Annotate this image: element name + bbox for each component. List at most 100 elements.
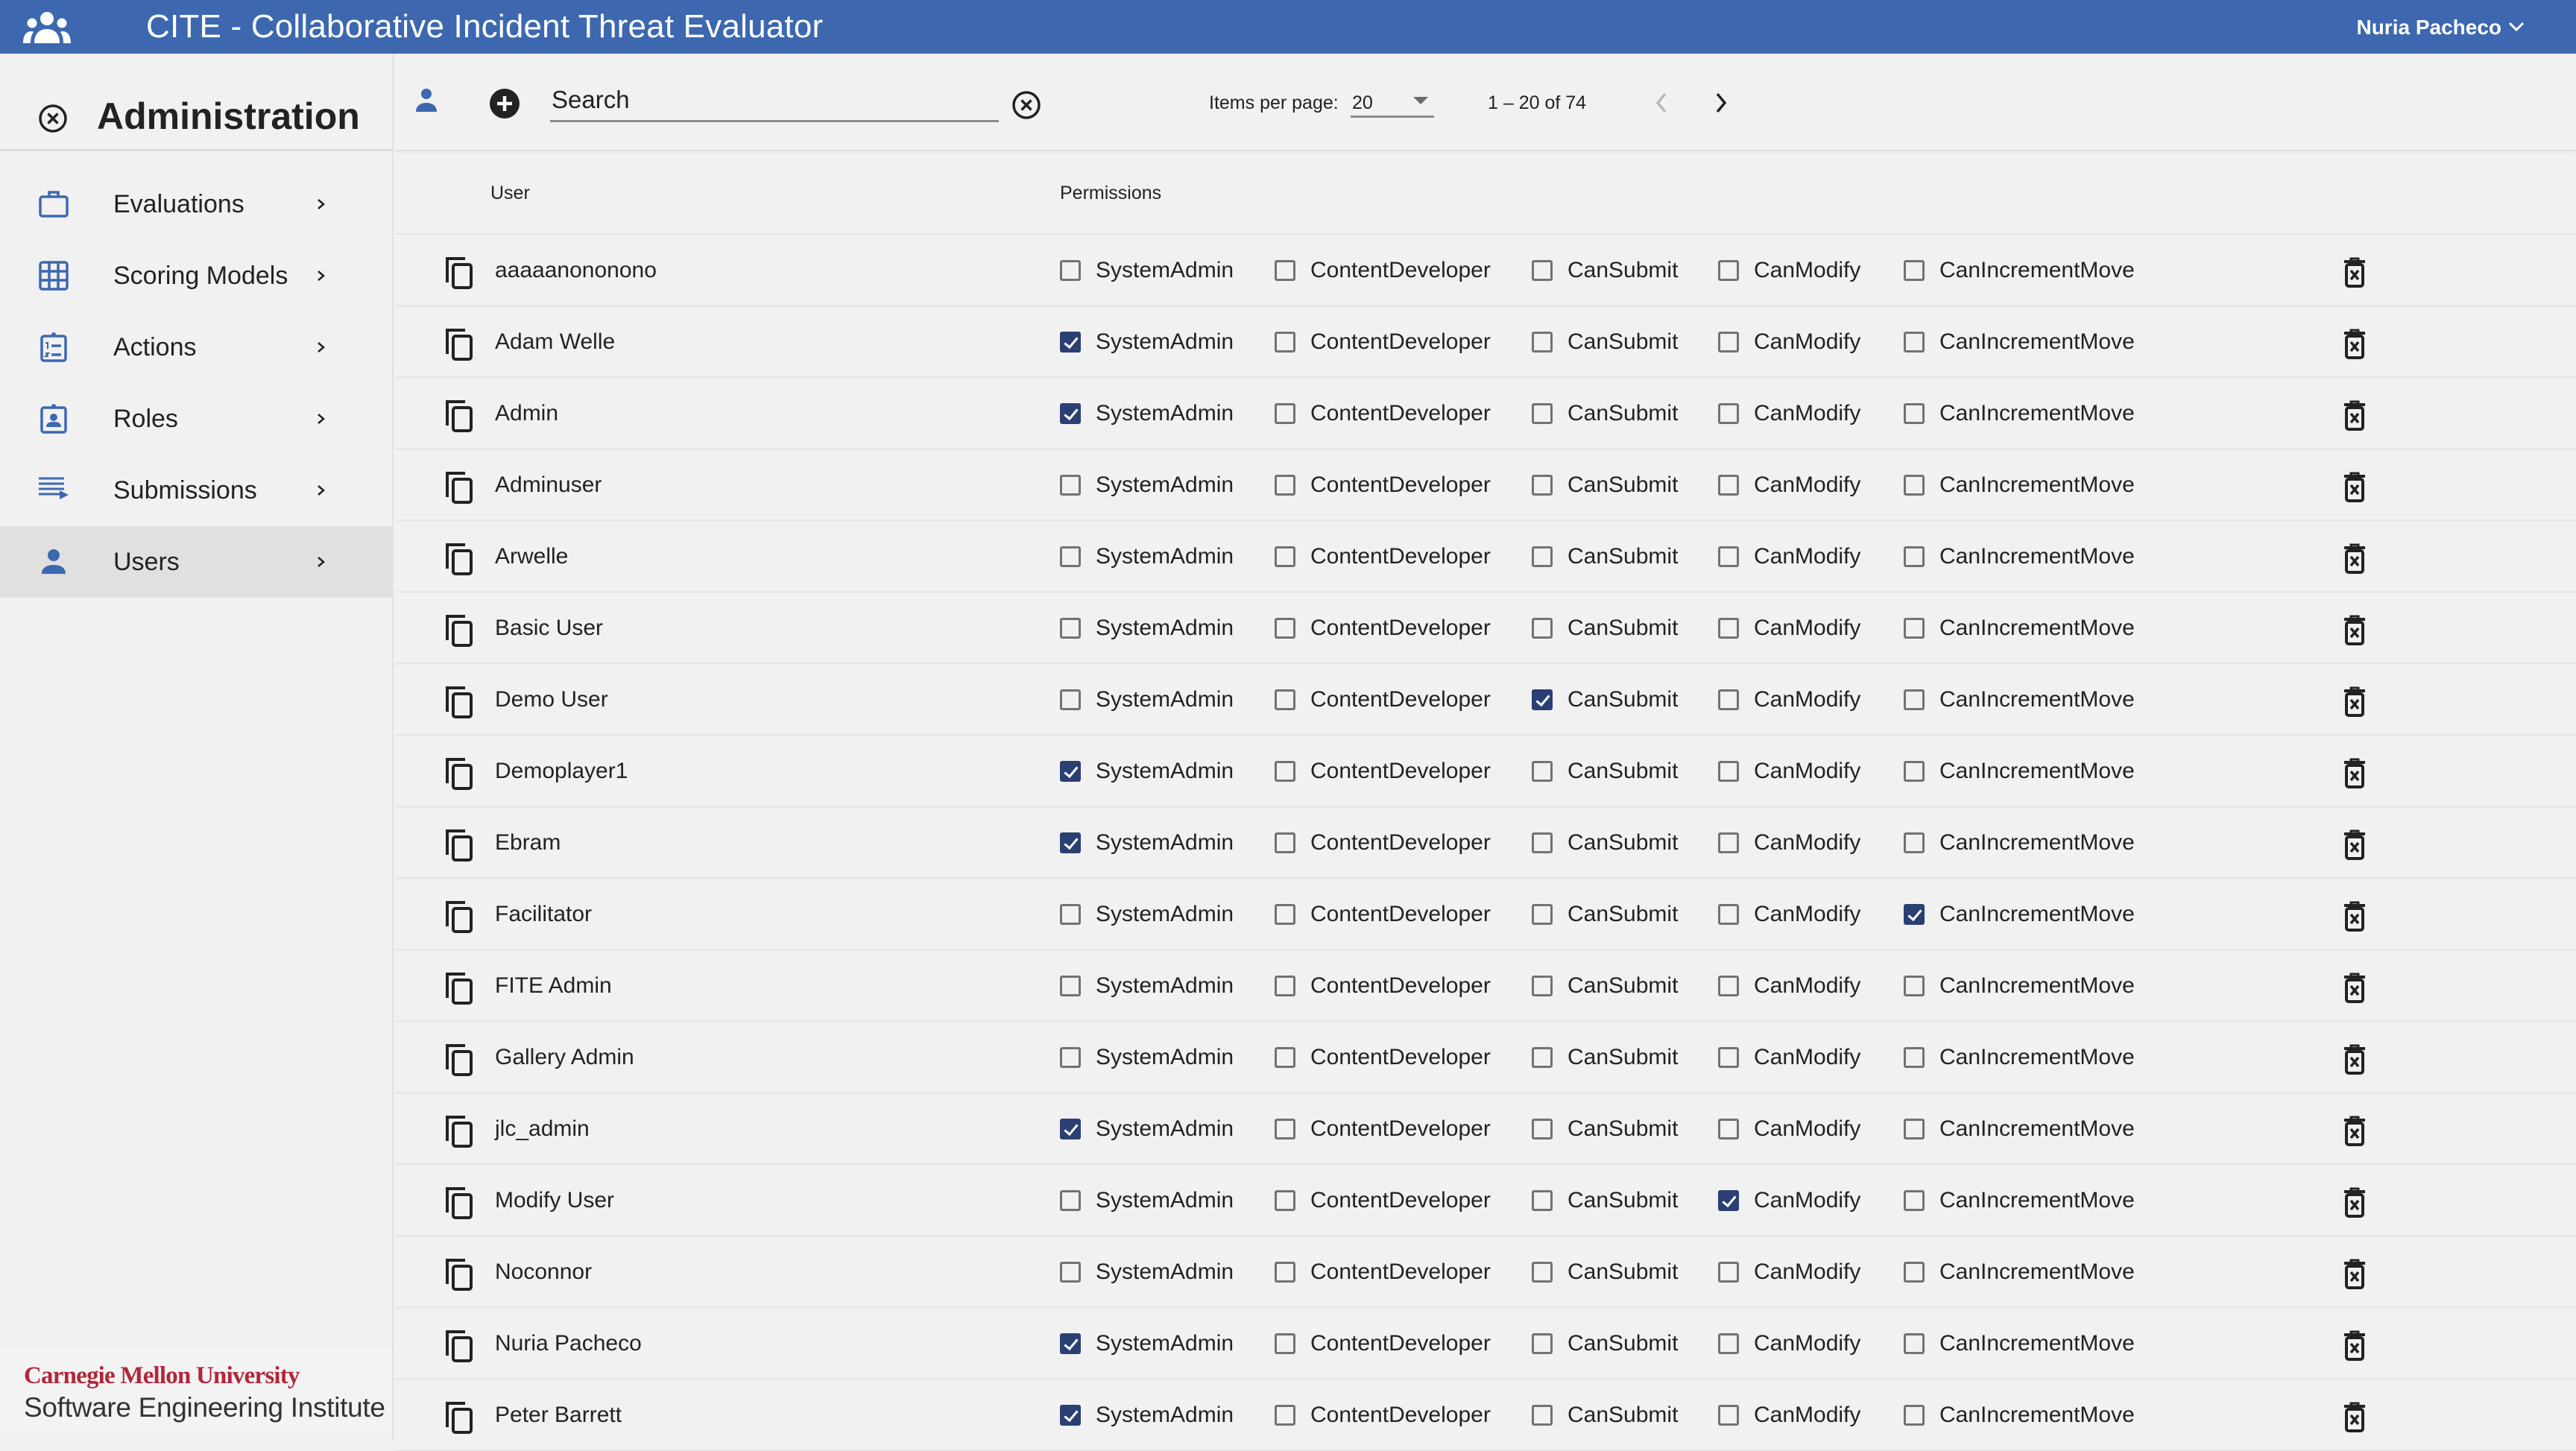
permission-checkbox[interactable] [1718, 1333, 1739, 1354]
permission-checkbox[interactable] [1904, 1047, 1925, 1068]
permission-checkbox[interactable] [1275, 1333, 1295, 1354]
permission-checkbox[interactable] [1718, 976, 1739, 996]
permission-checkbox[interactable] [1718, 1405, 1739, 1426]
delete-user-icon[interactable] [2342, 829, 2367, 861]
sidebar-item-roles[interactable]: Roles [0, 383, 392, 455]
permission-checkbox[interactable] [1275, 1190, 1295, 1211]
delete-user-icon[interactable] [2342, 615, 2367, 646]
copy-icon[interactable] [444, 685, 474, 719]
delete-user-icon[interactable] [2342, 400, 2367, 431]
sidebar-item-scoring-models[interactable]: Scoring Models [0, 240, 392, 312]
permission-checkbox[interactable] [1532, 260, 1553, 281]
permission-checkbox[interactable] [1275, 1405, 1295, 1426]
permission-checkbox[interactable] [1532, 904, 1553, 925]
permission-checkbox[interactable] [1904, 832, 1925, 853]
permission-checkbox[interactable] [1718, 618, 1739, 639]
permission-checkbox[interactable] [1532, 976, 1553, 996]
copy-icon[interactable] [444, 1043, 474, 1077]
delete-user-icon[interactable] [2342, 329, 2367, 360]
permission-checkbox[interactable] [1060, 618, 1081, 639]
permission-checkbox[interactable] [1275, 976, 1295, 996]
permission-checkbox[interactable] [1275, 260, 1295, 281]
permission-checkbox[interactable] [1275, 546, 1295, 567]
permission-checkbox[interactable] [1060, 904, 1081, 925]
permission-checkbox[interactable] [1275, 904, 1295, 925]
copy-icon[interactable] [444, 399, 474, 433]
delete-user-icon[interactable] [2342, 472, 2367, 503]
delete-user-icon[interactable] [2342, 1330, 2367, 1362]
permission-checkbox[interactable] [1718, 904, 1739, 925]
permission-checkbox[interactable] [1275, 832, 1295, 853]
permission-checkbox[interactable] [1718, 761, 1739, 782]
delete-user-icon[interactable] [2342, 1259, 2367, 1290]
permission-checkbox[interactable] [1904, 1119, 1925, 1139]
permission-checkbox[interactable] [1904, 904, 1925, 925]
permission-checkbox[interactable] [1718, 1262, 1739, 1283]
permission-checkbox[interactable] [1060, 475, 1081, 496]
permission-checkbox[interactable] [1718, 332, 1739, 353]
permission-checkbox[interactable] [1532, 1262, 1553, 1283]
permission-checkbox[interactable] [1904, 761, 1925, 782]
permission-checkbox[interactable] [1275, 1047, 1295, 1068]
delete-user-icon[interactable] [2342, 1044, 2367, 1075]
previous-page-button[interactable] [1650, 89, 1673, 116]
permission-checkbox[interactable] [1060, 1119, 1081, 1139]
permission-checkbox[interactable] [1060, 689, 1081, 710]
permission-checkbox[interactable] [1904, 1262, 1925, 1283]
permission-checkbox[interactable] [1904, 976, 1925, 996]
permission-checkbox[interactable] [1275, 403, 1295, 424]
delete-user-icon[interactable] [2342, 257, 2367, 288]
permission-checkbox[interactable] [1275, 1119, 1295, 1139]
permission-checkbox[interactable] [1718, 260, 1739, 281]
permission-checkbox[interactable] [1532, 689, 1553, 710]
permission-checkbox[interactable] [1904, 1190, 1925, 1211]
permission-checkbox[interactable] [1275, 1262, 1295, 1283]
permission-checkbox[interactable] [1275, 475, 1295, 496]
permission-checkbox[interactable] [1718, 403, 1739, 424]
permission-checkbox[interactable] [1904, 332, 1925, 353]
permission-checkbox[interactable] [1060, 1333, 1081, 1354]
permission-checkbox[interactable] [1532, 332, 1553, 353]
copy-icon[interactable] [444, 470, 474, 505]
items-per-page-select[interactable]: 20 [1351, 86, 1434, 118]
permission-checkbox[interactable] [1532, 832, 1553, 853]
permission-checkbox[interactable] [1904, 1405, 1925, 1426]
permission-checkbox[interactable] [1718, 546, 1739, 567]
permission-checkbox[interactable] [1060, 1262, 1081, 1283]
delete-user-icon[interactable] [2342, 973, 2367, 1004]
delete-user-icon[interactable] [2342, 543, 2367, 575]
permission-checkbox[interactable] [1718, 475, 1739, 496]
sidebar-item-submissions[interactable]: Submissions [0, 455, 392, 526]
permission-checkbox[interactable] [1060, 1047, 1081, 1068]
permission-checkbox[interactable] [1718, 1047, 1739, 1068]
copy-icon[interactable] [444, 971, 474, 1005]
search-input[interactable] [550, 79, 999, 122]
permission-checkbox[interactable] [1904, 546, 1925, 567]
permission-checkbox[interactable] [1718, 1190, 1739, 1211]
copy-icon[interactable] [444, 1400, 474, 1435]
permission-checkbox[interactable] [1532, 1405, 1553, 1426]
copy-icon[interactable] [444, 613, 474, 648]
permission-checkbox[interactable] [1532, 1333, 1553, 1354]
permission-checkbox[interactable] [1532, 403, 1553, 424]
permission-checkbox[interactable] [1532, 475, 1553, 496]
permission-checkbox[interactable] [1532, 1190, 1553, 1211]
close-circle-icon[interactable] [37, 103, 69, 134]
permission-checkbox[interactable] [1060, 832, 1081, 853]
add-user-button[interactable] [489, 88, 520, 119]
delete-user-icon[interactable] [2342, 901, 2367, 932]
chevron-down-icon[interactable] [2507, 19, 2525, 34]
permission-checkbox[interactable] [1904, 260, 1925, 281]
permission-checkbox[interactable] [1060, 1405, 1081, 1426]
delete-user-icon[interactable] [2342, 1187, 2367, 1218]
delete-user-icon[interactable] [2342, 1116, 2367, 1147]
permission-checkbox[interactable] [1532, 546, 1553, 567]
copy-icon[interactable] [444, 756, 474, 791]
permission-checkbox[interactable] [1532, 761, 1553, 782]
copy-icon[interactable] [444, 327, 474, 361]
permission-checkbox[interactable] [1718, 689, 1739, 710]
delete-user-icon[interactable] [2342, 686, 2367, 718]
delete-user-icon[interactable] [2342, 1402, 2367, 1433]
permission-checkbox[interactable] [1904, 475, 1925, 496]
permission-checkbox[interactable] [1904, 618, 1925, 639]
